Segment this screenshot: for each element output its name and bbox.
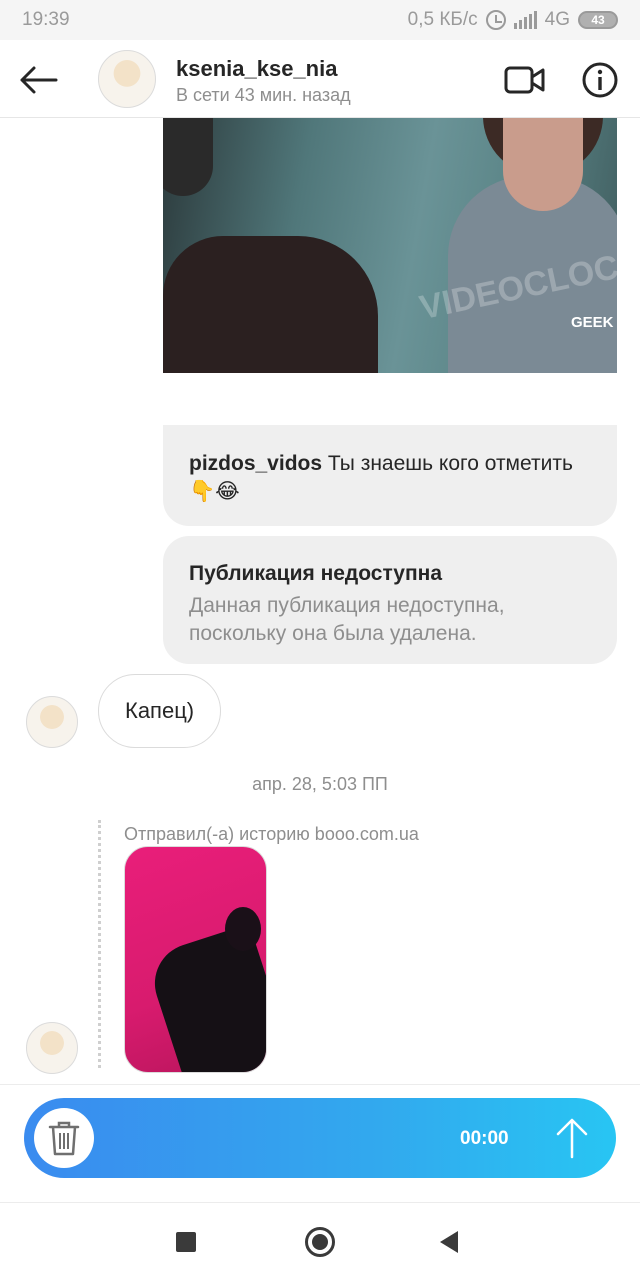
system-nav-bar — [0, 1203, 640, 1280]
home-icon[interactable] — [305, 1227, 335, 1257]
video-call-button[interactable] — [500, 58, 550, 102]
story-reply-line — [98, 820, 101, 1068]
recording-timer: 00:00 — [460, 1128, 509, 1149]
chat-thread[interactable]: VIDEOCLOCK GEEK pizdos_vidos Ты знаешь к… — [0, 118, 640, 1084]
send-recording-button[interactable] — [546, 1112, 598, 1164]
chat-header: ksenia_kse_nia В сети 43 мин. назад — [0, 40, 640, 118]
send-arrow-icon — [556, 1118, 588, 1159]
divider — [0, 1084, 640, 1085]
info-icon — [582, 62, 618, 98]
status-bar: 19:39 0,5 КБ/с 4G 43 — [0, 0, 640, 40]
shared-post-message[interactable]: VIDEOCLOCK GEEK pizdos_vidos Ты знаешь к… — [163, 118, 617, 526]
post-author[interactable]: pizdos_vidos — [189, 452, 322, 475]
delete-recording-button[interactable] — [34, 1108, 94, 1168]
story-share-label: Отправил(-а) историю booo.com.ua — [124, 824, 419, 844]
story-thumbnail[interactable] — [124, 846, 267, 1073]
contact-username[interactable]: ksenia_kse_nia — [176, 56, 337, 82]
contact-status: В сети 43 мин. назад — [176, 85, 351, 105]
sender-avatar[interactable] — [26, 1022, 78, 1074]
video-call-icon — [504, 66, 545, 94]
video-logo: GEEK — [571, 314, 614, 331]
unavailable-post-message[interactable]: Публикация недоступна Данная публикация … — [163, 536, 617, 664]
battery-level: 43 — [591, 13, 605, 27]
sender-avatar[interactable] — [26, 696, 78, 748]
info-button[interactable] — [578, 58, 622, 102]
back-button[interactable] — [16, 58, 60, 102]
contact-avatar[interactable] — [98, 50, 156, 108]
battery-icon: 43 — [578, 11, 618, 29]
network-speed: 0,5 КБ/с — [407, 9, 478, 30]
status-indicators: 0,5 КБ/с 4G 43 — [408, 9, 618, 31]
alarm-icon — [485, 10, 506, 30]
trash-icon — [48, 1121, 80, 1156]
post-caption: pizdos_vidos Ты знаешь кого отметить 👇😂 — [189, 450, 599, 506]
incoming-message[interactable]: Капец) — [98, 674, 222, 748]
voice-recording-bar: 00:00 — [24, 1098, 616, 1178]
video-scene — [163, 118, 213, 196]
unavailable-text: Данная публикация недоступна, поскольку … — [189, 594, 505, 645]
recent-apps-icon[interactable] — [176, 1232, 196, 1252]
status-time: 19:39 — [22, 9, 70, 30]
back-arrow-icon — [20, 66, 58, 94]
network-type: 4G — [544, 9, 570, 30]
nav-back-icon[interactable] — [440, 1231, 458, 1253]
signal-icon — [513, 11, 537, 29]
message-timestamp: апр. 28, 5:03 ПП — [252, 774, 388, 794]
post-video-preview[interactable]: VIDEOCLOCK GEEK — [163, 118, 617, 373]
message-text: Капец) — [125, 698, 195, 723]
unavailable-title: Публикация недоступна — [189, 562, 443, 585]
